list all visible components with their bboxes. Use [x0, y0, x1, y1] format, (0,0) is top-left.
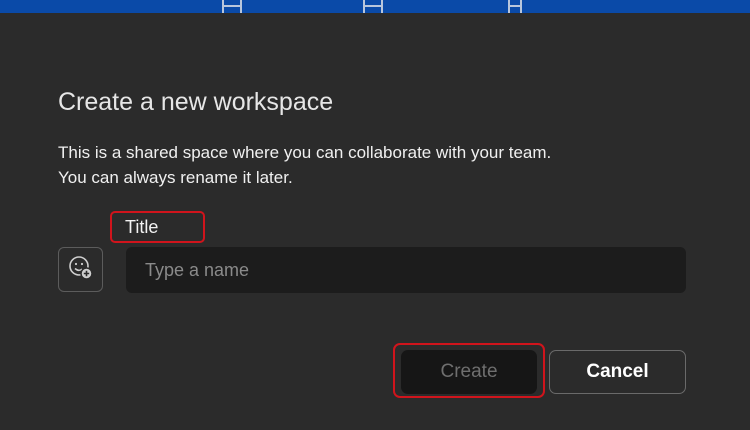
banner-graphic: [222, 0, 242, 13]
emoji-add-icon: [68, 255, 94, 284]
title-field-label: Title: [125, 217, 159, 237]
description-line: This is a shared space where you can col…: [58, 143, 552, 162]
dialog-description: This is a shared space where you can col…: [58, 140, 551, 190]
banner-graphic: [363, 0, 383, 13]
emoji-picker-button[interactable]: [58, 247, 103, 292]
dialog-title: Create a new workspace: [58, 88, 334, 116]
description-line: You can always rename it later.: [58, 168, 293, 187]
background-banner: [0, 0, 750, 13]
workspace-name-input[interactable]: [126, 247, 686, 293]
cancel-button[interactable]: Cancel: [549, 350, 686, 394]
banner-graphic: [508, 0, 522, 13]
create-button[interactable]: Create: [401, 350, 537, 394]
